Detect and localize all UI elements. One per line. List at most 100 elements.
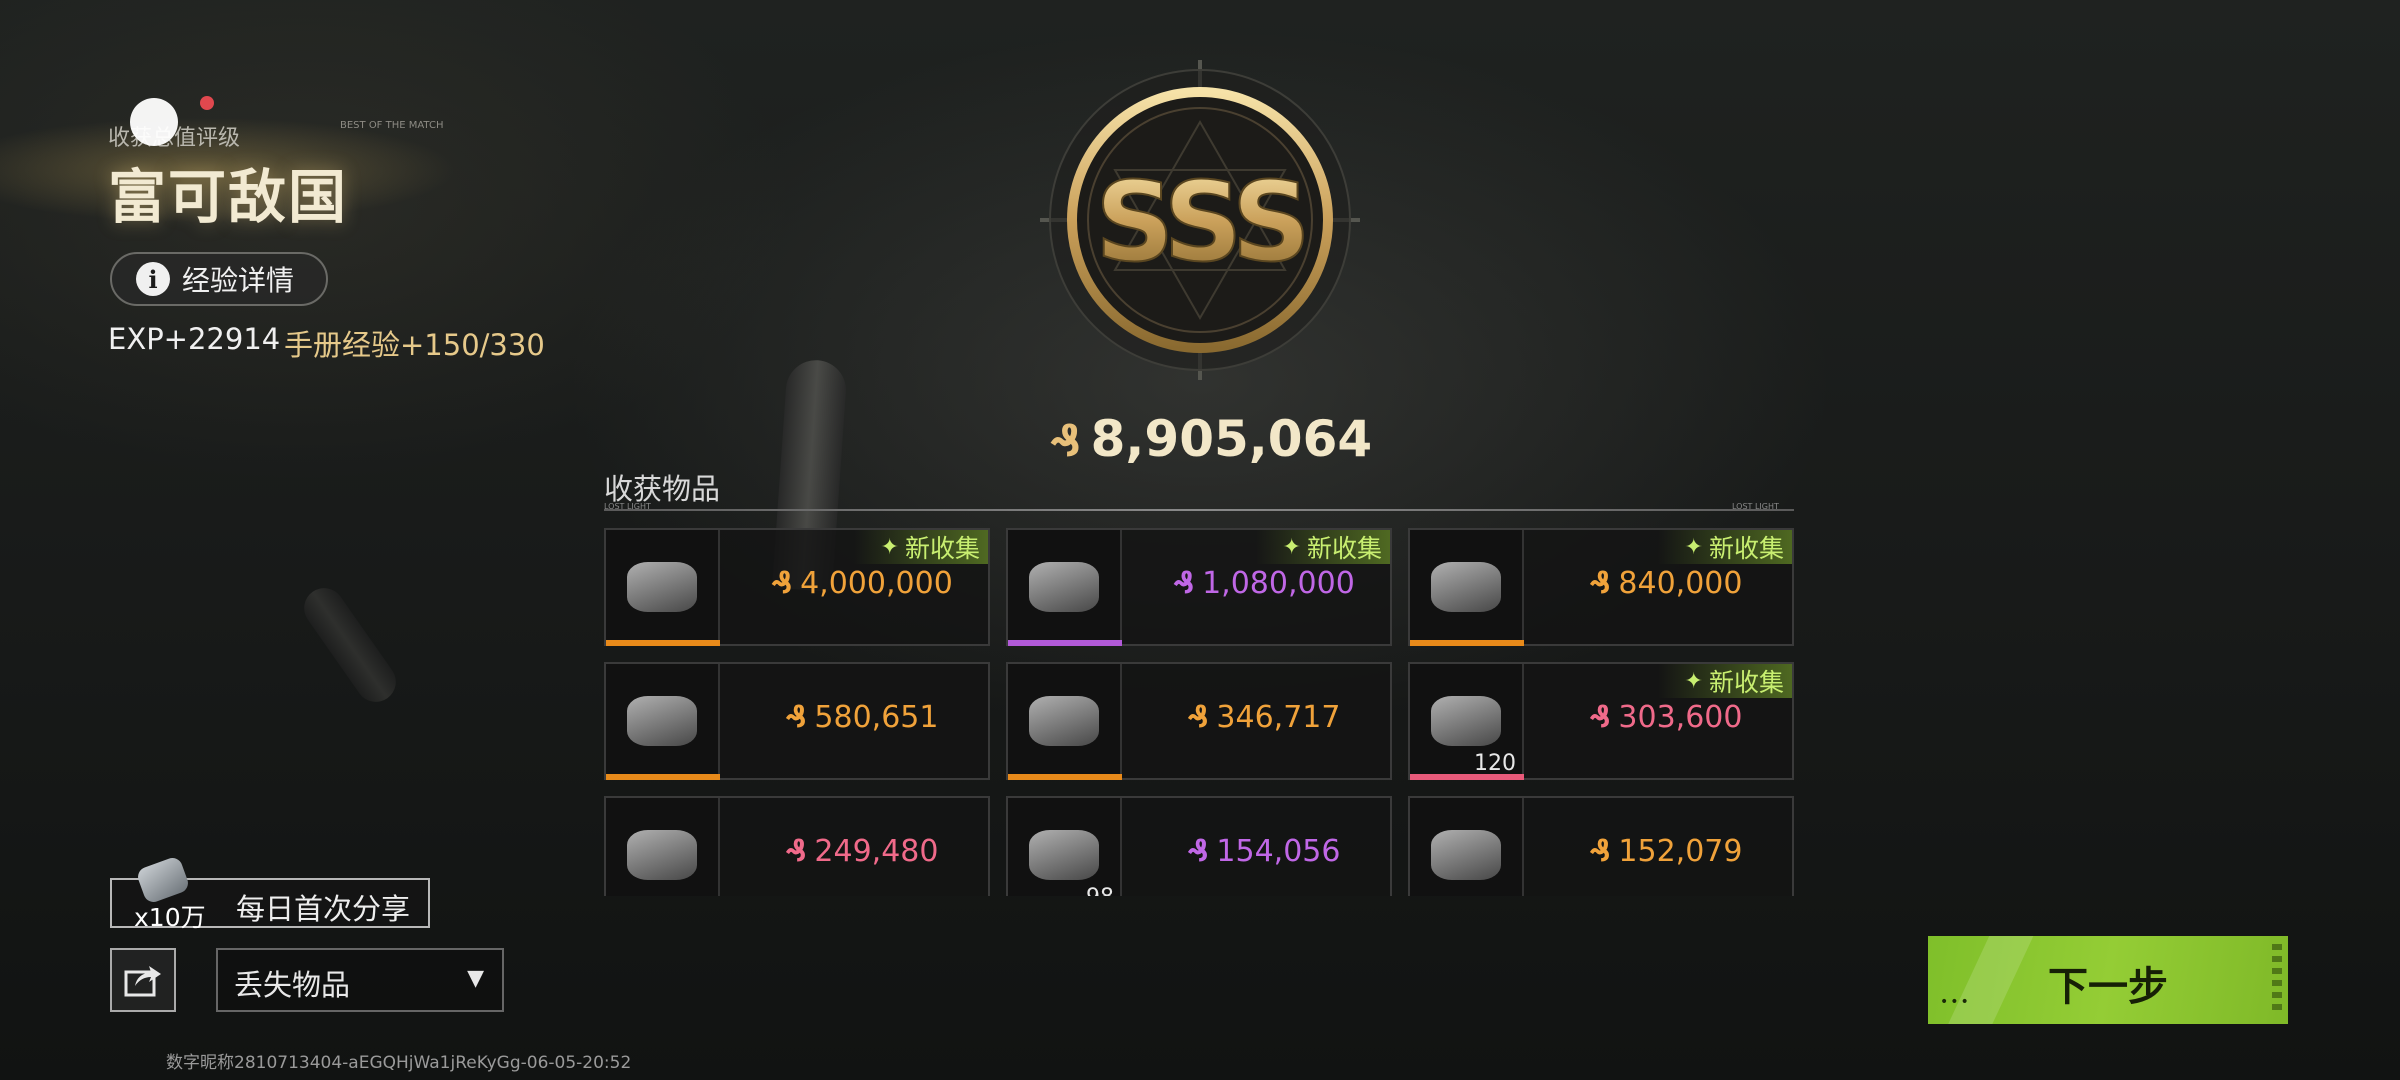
more-dots-icon: ••• bbox=[1940, 994, 1971, 1010]
item-price-value: 346,717 bbox=[1216, 700, 1341, 735]
sparkle-icon: ✦ bbox=[1684, 668, 1703, 694]
item-card-gold-watch[interactable]: ₰ 152,079 bbox=[1408, 796, 1794, 896]
item-card-ornate-ring[interactable]: ₰ 1,080,000 ✦ 新收集 bbox=[1006, 528, 1392, 646]
item-price-value: 154,056 bbox=[1216, 834, 1341, 869]
lost-items-label: 丢失物品 bbox=[234, 968, 351, 1002]
item-card-bullet-round[interactable]: 98 ₰154,056 bbox=[1006, 796, 1392, 896]
sparkle-icon: ✦ bbox=[880, 534, 899, 560]
best-of-match-badge: BEST OF THE MATCH bbox=[340, 120, 444, 131]
player-id-footer: 数字昵称2810713404-aEGQHjWa1jReKyGg-06-05-20… bbox=[166, 1053, 632, 1073]
item-card-assault-rifle[interactable]: ₰ 580,651 bbox=[604, 662, 990, 780]
rarity-bar bbox=[1008, 774, 1122, 780]
armor-rig-icon bbox=[606, 798, 720, 896]
ornate-ring-icon bbox=[1008, 530, 1122, 646]
item-card-custom-pistol[interactable]: ₰ 346,717 bbox=[1006, 662, 1392, 780]
item-quantity: 98 bbox=[1086, 885, 1114, 896]
haf-coin-icon: ₰ bbox=[1173, 566, 1195, 601]
assault-rifle-icon bbox=[606, 664, 720, 780]
new-collection-badge: ✦ 新收集 bbox=[1658, 664, 1792, 698]
new-collection-label: 新收集 bbox=[1708, 534, 1784, 563]
section-tag-right: LOST LIGHT bbox=[1732, 502, 1779, 511]
item-quantity: 120 bbox=[1474, 751, 1516, 776]
item-price: ₰ 1,080,000 bbox=[1138, 566, 1390, 601]
ornate-ring-icon-shape bbox=[1029, 562, 1099, 612]
total-value-number: 8,905,064 bbox=[1090, 410, 1373, 468]
lantern-icon bbox=[1410, 530, 1524, 646]
item-price: ₰ 303,600 bbox=[1540, 700, 1792, 735]
haf-coin-icon: ₰ bbox=[785, 700, 807, 735]
lantern-icon-shape bbox=[1431, 562, 1501, 612]
share-button[interactable] bbox=[110, 948, 176, 1012]
item-card-pig-figurine[interactable]: ₰ 4,000,000 ✦ 新收集 bbox=[604, 528, 990, 646]
item-card-lantern[interactable]: ₰ 840,000 ✦ 新收集 bbox=[1408, 528, 1794, 646]
rarity-bar bbox=[1008, 640, 1122, 646]
custom-pistol-icon-shape bbox=[1029, 696, 1099, 746]
rarity-bar bbox=[606, 640, 720, 646]
background-shell-casing-2 bbox=[296, 580, 404, 710]
info-icon: i bbox=[136, 262, 170, 296]
floating-record-button[interactable] bbox=[130, 98, 178, 146]
haf-coin-icon: ₰ bbox=[771, 566, 793, 601]
bullet-round-icon-shape bbox=[1029, 830, 1099, 880]
share-icon bbox=[124, 966, 161, 997]
handbook-exp: 手册经验+150/330 bbox=[284, 328, 545, 362]
rifle-cartridge-icon-shape bbox=[1431, 696, 1501, 746]
new-collection-label: 新收集 bbox=[1306, 534, 1382, 563]
item-price: ₰ 4,000,000 bbox=[736, 566, 988, 601]
item-price-value: 152,079 bbox=[1618, 834, 1743, 869]
item-price: ₰ 580,651 bbox=[736, 700, 988, 735]
item-price-value: 303,600 bbox=[1618, 700, 1743, 735]
sparkle-icon: ✦ bbox=[1282, 534, 1301, 560]
pig-figurine-icon-shape bbox=[627, 562, 697, 612]
assault-rifle-icon-shape bbox=[627, 696, 697, 746]
haf-coin-icon: ₰ bbox=[1050, 416, 1081, 467]
bullet-round-icon: 98 bbox=[1008, 798, 1122, 896]
haf-coin-icon: ₰ bbox=[1187, 700, 1209, 735]
grade-text: SSS bbox=[1095, 158, 1305, 286]
collected-items-grid[interactable]: ₰ 4,000,000 ✦ 新收集 ₰ 1,080,000 ✦ 新收集 ₰ 840,000 ✦ 新收集… bbox=[604, 528, 1796, 896]
exp-value: EXP+22914 bbox=[108, 322, 281, 356]
haf-coin-icon: ₰ bbox=[1589, 834, 1611, 869]
gold-watch-icon-shape bbox=[1431, 830, 1501, 880]
item-card-rifle-cartridge[interactable]: 120 ₰ 303,600 ✦ 新收集 bbox=[1408, 662, 1794, 780]
armor-rig-icon-shape bbox=[627, 830, 697, 880]
gold-watch-icon bbox=[1410, 798, 1524, 896]
haf-coin-icon: ₰ bbox=[1187, 834, 1209, 869]
section-tag-left: LOST LIGHT bbox=[604, 502, 651, 511]
haf-coin-icon: ₰ bbox=[1589, 700, 1611, 735]
item-price: ₰ 346,717 bbox=[1138, 700, 1390, 735]
exp-details-button[interactable]: i 经验详情 bbox=[110, 252, 328, 306]
rarity-bar bbox=[606, 774, 720, 780]
item-price: ₰ 249,480 bbox=[736, 834, 988, 869]
pig-figurine-icon bbox=[606, 530, 720, 646]
rifle-cartridge-icon: 120 bbox=[1410, 664, 1524, 780]
record-indicator-dot bbox=[200, 96, 214, 110]
next-stripes-decor bbox=[2272, 944, 2282, 1016]
item-price-value: 580,651 bbox=[814, 700, 939, 735]
daily-share-tip: x10万 每日首次分享 bbox=[110, 855, 430, 932]
next-step-label: 下一步 bbox=[2048, 964, 2168, 1010]
sparkle-icon: ✦ bbox=[1684, 534, 1703, 560]
item-price-value: 840,000 bbox=[1618, 566, 1743, 601]
haf-coin-icon: ₰ bbox=[785, 834, 807, 869]
new-collection-badge: ✦ 新收集 bbox=[1256, 530, 1390, 564]
title-glow bbox=[0, 90, 700, 250]
new-collection-label: 新收集 bbox=[1708, 668, 1784, 697]
item-card-armor-rig[interactable]: ₰ 249,480 bbox=[604, 796, 990, 896]
rarity-bar bbox=[1410, 640, 1524, 646]
item-price-value: 249,480 bbox=[814, 834, 939, 869]
lost-items-dropdown[interactable]: 丢失物品 ▼ bbox=[216, 948, 504, 1012]
item-price: ₰ 152,079 bbox=[1540, 834, 1792, 869]
new-collection-badge: ✦ 新收集 bbox=[854, 530, 988, 564]
rank-title: 富可敌国 bbox=[108, 163, 349, 231]
total-value: ₰ 8,905,064 bbox=[1050, 410, 1372, 468]
section-divider bbox=[604, 509, 1794, 511]
item-price-value: 1,080,000 bbox=[1202, 566, 1355, 601]
sss-grade-emblem: SSS bbox=[1040, 60, 1360, 380]
caret-down-icon: ▼ bbox=[467, 966, 484, 991]
share-tip-label: 每日首次分享 bbox=[236, 892, 411, 926]
item-price: ₰ 840,000 bbox=[1540, 566, 1792, 601]
new-collection-label: 新收集 bbox=[904, 534, 980, 563]
next-step-button[interactable]: 下一步 ••• bbox=[1928, 936, 2288, 1024]
new-collection-badge: ✦ 新收集 bbox=[1658, 530, 1792, 564]
